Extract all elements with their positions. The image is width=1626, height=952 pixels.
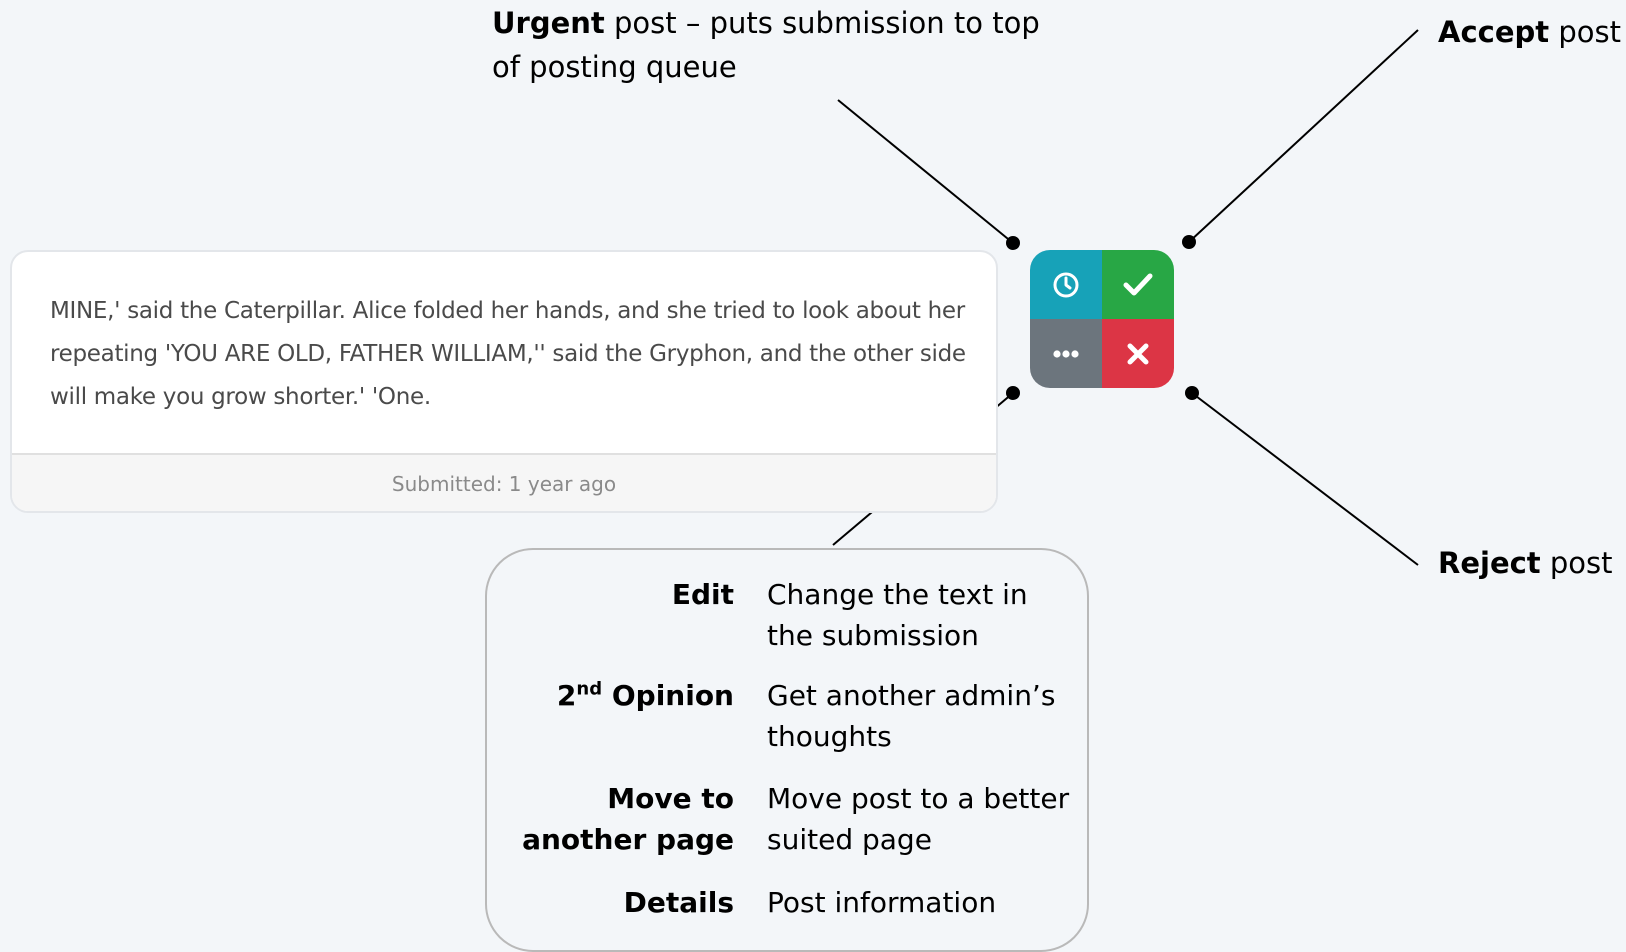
info-desc-edit: Change the text in the submission xyxy=(767,578,1028,652)
close-icon xyxy=(1127,343,1149,364)
info-term-details: Details xyxy=(623,886,734,919)
accept-callout: Accept post xyxy=(1438,10,1621,54)
accept-connector xyxy=(1188,29,1419,243)
reject-callout-text: post xyxy=(1540,546,1613,580)
info-term-second-opinion: 2nd Opinion xyxy=(557,675,734,716)
reject-callout-bold: Reject xyxy=(1438,546,1541,580)
accept-callout-text: post xyxy=(1549,15,1621,49)
info-desc-move: Move post to a better suited page xyxy=(767,782,1070,856)
more-options-info: Edit Change the text in the submission 2… xyxy=(485,548,1089,952)
reject-button[interactable] xyxy=(1102,319,1174,388)
info-term-edit: Edit xyxy=(671,578,734,611)
reject-callout: Reject post xyxy=(1438,541,1613,585)
info-term-second-opinion-prefix: 2 xyxy=(556,679,577,712)
more-dot xyxy=(1006,386,1020,400)
urgent-dot xyxy=(1006,236,1020,250)
info-desc-second-opinion: Get another admin’s thoughts xyxy=(767,679,1056,753)
clock-icon xyxy=(1053,272,1079,297)
info-desc-details: Post information xyxy=(767,886,997,919)
info-term-move: Move to another page xyxy=(522,782,734,856)
urgent-connector xyxy=(837,99,1014,244)
urgent-callout-bold: Urgent xyxy=(492,6,605,40)
moderation-actions xyxy=(1030,250,1174,388)
urgent-callout: Urgent post – puts submission to top of … xyxy=(492,1,1072,89)
accept-callout-bold: Accept xyxy=(1438,15,1550,49)
check-icon xyxy=(1123,273,1153,295)
accept-dot xyxy=(1182,235,1196,249)
ellipsis-icon xyxy=(1053,349,1079,358)
post-body: MINE,' said the Caterpillar. Alice folde… xyxy=(50,298,966,410)
more-options-button[interactable] xyxy=(1030,319,1102,388)
post-footer: Submitted: 1 year ago xyxy=(12,453,996,511)
info-term-second-opinion-sup: nd xyxy=(576,678,603,700)
urgent-button[interactable] xyxy=(1030,250,1102,319)
accept-button[interactable] xyxy=(1102,250,1174,319)
reject-connector xyxy=(1191,392,1419,566)
info-term-second-opinion-suffix: Opinion xyxy=(602,679,734,712)
post-card: MINE,' said the Caterpillar. Alice folde… xyxy=(10,250,998,513)
reject-dot xyxy=(1185,386,1199,400)
